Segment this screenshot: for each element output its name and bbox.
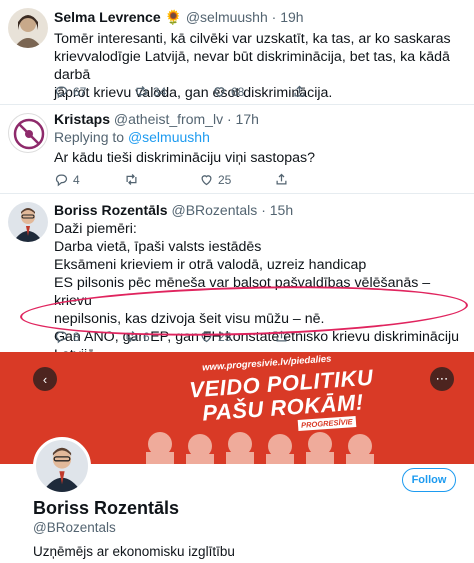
author-handle[interactable]: @selmuushh [186,9,268,25]
author-name[interactable]: Boriss Rozentāls [54,202,168,218]
share-button[interactable] [292,84,307,99]
avatar[interactable] [8,8,48,48]
like-count: 68 [231,84,245,99]
tweet-actions: 8 6 25 [54,329,354,347]
like-button[interactable]: 25 [199,172,231,187]
author-handle[interactable]: @BRozentals [171,202,257,218]
avatar[interactable] [8,202,48,242]
retweet-button[interactable] [124,172,143,187]
timestamp[interactable]: 19h [280,9,303,25]
profile-bio: Uzņēmējs ar ekonomisku izglītību [33,544,235,559]
retweet-icon [136,86,147,97]
like-count: 25 [218,172,232,187]
reply-button[interactable]: 8 [54,329,80,344]
share-icon [276,330,287,342]
reply-count: 4 [73,172,80,187]
timestamp[interactable]: 17h [236,111,259,127]
timestamp[interactable]: 15h [270,202,293,218]
profile-handle[interactable]: @BRozentals [33,520,116,535]
tweet-header: Selma Levrence 🌻 @selmuushh · 19h [54,9,304,25]
follow-button[interactable]: Follow [402,468,456,492]
banner-prev-button[interactable]: ‹ [33,367,57,391]
replying-to-handle[interactable]: @selmuushh [128,129,210,145]
sunflower-emoji: 🌻 [164,9,182,25]
reply-count: 67 [73,84,87,99]
retweet-button[interactable]: 34 [134,84,166,99]
tweet-header: Kristaps @atheist_from_lv · 17h [54,111,259,127]
tweet-selma[interactable]: Selma Levrence 🌻 @selmuushh · 19h Tomēr … [0,0,474,104]
like-button[interactable]: 25 [199,329,231,344]
retweet-count: 6 [143,329,150,344]
reply-button[interactable]: 67 [54,84,86,99]
profile-name[interactable]: Boriss Rozentāls [33,498,179,519]
share-button[interactable] [274,329,289,344]
tweet-header: Boriss Rozentāls @BRozentals · 15h [54,202,294,218]
reply-icon [55,174,68,187]
tweet-text: Ar kādu tieši diskrimināciju viņi sastop… [54,150,316,166]
reply-icon [55,331,68,344]
reply-button[interactable]: 4 [54,172,80,187]
like-count: 25 [218,329,232,344]
retweet-icon [126,174,137,185]
avatar[interactable] [8,113,48,153]
author-name[interactable]: Selma Levrence [54,9,161,25]
heart-icon [201,332,212,343]
profile-avatar[interactable] [33,437,91,495]
reply-icon [55,86,68,99]
share-icon [276,173,287,185]
retweet-count: 34 [153,84,167,99]
retweet-button[interactable]: 6 [124,329,150,344]
more-options-button[interactable]: ⋯ [430,367,454,391]
like-button[interactable]: 68 [212,84,244,99]
tweet-kristaps[interactable]: Kristaps @atheist_from_lv · 17h Replying… [0,105,474,193]
tweet-boriss[interactable]: Boriss Rozentāls @BRozentals · 15h Daži … [0,194,474,363]
more-icon: ⋯ [435,371,449,386]
heart-icon [201,175,212,186]
author-name[interactable]: Kristaps [54,111,110,127]
tweet-actions: 4 25 [54,172,354,190]
heart-icon [214,87,225,98]
retweet-icon [126,331,137,342]
reply-count: 8 [73,329,80,344]
tweet-actions: 67 34 68 [54,84,354,102]
share-icon [294,85,305,97]
share-button[interactable] [274,172,289,187]
replying-to: Replying to @selmuushh [54,129,210,145]
author-handle[interactable]: @atheist_from_lv [114,111,223,127]
chevron-left-icon: ‹ [42,371,48,387]
